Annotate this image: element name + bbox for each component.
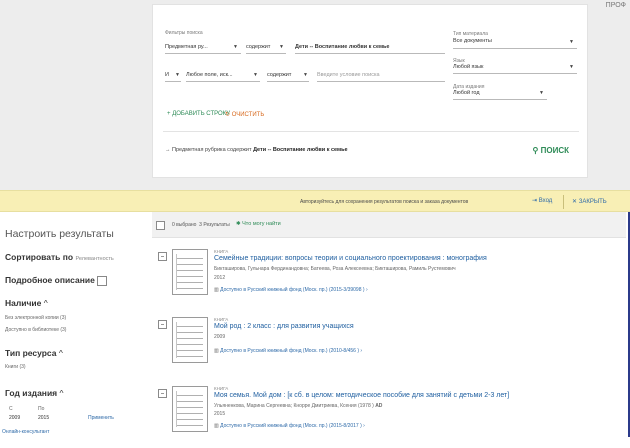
- availability-facet[interactable]: Наличие ^: [5, 298, 48, 308]
- add-row-button[interactable]: + ДОБАВИТЬ СТРОКУ: [167, 111, 230, 117]
- library-icon: ▥: [214, 287, 219, 293]
- library-icon: ▥: [214, 423, 219, 429]
- pubdate-select[interactable]: Любой год: [453, 90, 480, 96]
- record-year: 2015: [214, 411, 226, 417]
- chevron-down-icon: ▼: [233, 44, 238, 50]
- availability-link[interactable]: ▥ Доступно в Русский книжный фонд (Моск.…: [214, 287, 368, 293]
- sort-control[interactable]: Сортировать по Релевантность: [5, 252, 114, 262]
- chevron-right-icon: ›: [363, 423, 365, 429]
- results-summary: 0 выбрано 3 Результаты: [172, 222, 230, 228]
- chevron-right-icon: ›: [365, 287, 368, 293]
- chevron-down-icon: ▼: [253, 72, 258, 78]
- facet-item[interactable]: Без электронной копии (3): [5, 315, 66, 321]
- query-summary: → Предметная рубрика содержит Дети -- Во…: [165, 147, 348, 153]
- banner-text: Авторизуйтесь для сохранения результатов…: [300, 199, 469, 205]
- record-type: КНИГА: [214, 249, 229, 254]
- detailed-view-toggle[interactable]: Подробное описание: [5, 275, 107, 286]
- result-checkbox[interactable]: [158, 252, 167, 261]
- top-right-text[interactable]: ПРОФ: [606, 2, 626, 9]
- record-type: КНИГА: [214, 317, 229, 322]
- record-title-link[interactable]: Мой род : 2 класс : для развития учащихс…: [214, 323, 354, 330]
- facet-item[interactable]: Книги (3): [5, 364, 26, 370]
- advanced-search-panel: Фильтры поиска Предметная ру... ▼ содерж…: [152, 4, 588, 178]
- search-icon: ⚲: [532, 146, 539, 155]
- reset-icon: ↻: [225, 112, 231, 118]
- row2-field-select[interactable]: Любое поле, иск...: [186, 72, 233, 78]
- login-button[interactable]: ⇥ Вход: [532, 197, 552, 204]
- audio-description-icon: AD: [375, 403, 383, 409]
- result-checkbox[interactable]: [158, 389, 167, 398]
- clear-button[interactable]: ↻ ОЧИСТИТЬ: [225, 111, 264, 118]
- chevron-up-icon: ^: [58, 348, 63, 358]
- sidebar-title: Настроить результаты: [5, 228, 114, 240]
- online-consultant-link[interactable]: Онлайн-консультант: [2, 429, 49, 435]
- row1-operator-select[interactable]: содержит: [246, 44, 270, 50]
- doctype-label: Тип материала: [453, 31, 488, 37]
- chevron-down-icon: ▼: [539, 90, 544, 96]
- chevron-down-icon: ▼: [279, 44, 284, 50]
- doctype-select[interactable]: Все документы: [453, 38, 492, 44]
- chevron-down-icon: ▼: [175, 72, 180, 78]
- record-year: 2012: [214, 275, 226, 281]
- record-authors: Бикташирова, Гульнара Фердинандовна; Бат…: [214, 266, 456, 272]
- row2-boolean-select[interactable]: И: [165, 72, 169, 78]
- facet-item[interactable]: Доступно в библиотеке (3): [5, 327, 66, 333]
- year-from-label: С: [9, 406, 13, 412]
- result-item: КНИГА Мой род : 2 класс : для развития у…: [152, 317, 626, 379]
- book-cover-icon[interactable]: [172, 317, 208, 363]
- record-year: 2009: [214, 334, 226, 340]
- availability-link[interactable]: ▥ Доступно в Русский книжный фонд (Моск.…: [214, 348, 362, 354]
- record-title-link[interactable]: Семейные традиции: вопросы теории и соци…: [214, 255, 487, 262]
- book-cover-icon[interactable]: [172, 249, 208, 295]
- search-button[interactable]: ⚲ ПОИСК: [533, 146, 569, 155]
- row2-value-input[interactable]: Введите условие поиска: [317, 72, 380, 78]
- year-to-label: По: [38, 406, 45, 412]
- search-area: ПРОФ Фильтры поиска Предметная ру... ▼ с…: [0, 0, 630, 190]
- row1-field-select[interactable]: Предметная ру...: [165, 44, 208, 50]
- language-select[interactable]: Любой язык: [453, 64, 483, 70]
- book-cover-icon[interactable]: [172, 386, 208, 432]
- apply-year-button[interactable]: Применить: [88, 415, 114, 421]
- record-authors: Ульяненкова, Марина Сергеевна; Кнорре Дм…: [214, 403, 383, 409]
- resource-type-facet[interactable]: Тип ресурса ^: [5, 348, 63, 358]
- plus-icon: +: [167, 111, 171, 117]
- detail-checkbox[interactable]: [96, 275, 107, 286]
- row1-value-input[interactable]: Дети -- Воспитание любви к семье: [295, 44, 389, 50]
- close-banner-button[interactable]: ✕ ЗАКРЫТЬ: [572, 198, 607, 205]
- filters-label: Фильтры поиска: [165, 30, 203, 36]
- record-title-link[interactable]: Моя семья. Мой дом : [к сб. в целом: мет…: [214, 392, 509, 399]
- row2-operator-select[interactable]: содержит: [267, 72, 291, 78]
- chevron-down-icon: ▼: [569, 39, 574, 45]
- chevron-right-icon: ›: [360, 348, 363, 354]
- login-icon: ⇥: [532, 198, 538, 204]
- year-to-input[interactable]: 2015: [38, 415, 49, 421]
- record-type: КНИГА: [214, 386, 229, 391]
- library-icon: ▥: [214, 348, 219, 354]
- select-all-checkbox[interactable]: [156, 221, 165, 230]
- refine-sidebar: Настроить результаты Сортировать по Реле…: [0, 212, 152, 437]
- close-icon: ✕: [572, 199, 578, 205]
- results-header: 0 выбрано 3 Результаты ✱ Что могу найти: [152, 212, 626, 238]
- sparkle-icon: ✱: [236, 221, 241, 227]
- year-from-input[interactable]: 2009: [9, 415, 20, 421]
- availability-link[interactable]: ▥ Доступно в Русский книжный фонд (Моск.…: [214, 423, 365, 429]
- what-can-i-find-link[interactable]: ✱ Что могу найти: [236, 221, 281, 227]
- login-banner: Авторизуйтесь для сохранения результатов…: [0, 190, 630, 212]
- result-item: КНИГА Моя семья. Мой дом : [к сб. в цело…: [152, 386, 626, 448]
- chevron-down-icon: ▼: [303, 72, 308, 78]
- arrow-right-icon: →: [165, 147, 171, 153]
- year-facet[interactable]: Год издания ^: [5, 388, 64, 398]
- chevron-up-icon: ^: [59, 388, 64, 398]
- chevron-down-icon: ▼: [569, 64, 574, 70]
- result-item: КНИГА Семейные традиции: вопросы теории …: [152, 249, 626, 311]
- chevron-up-icon: ^: [43, 298, 48, 308]
- result-checkbox[interactable]: [158, 320, 167, 329]
